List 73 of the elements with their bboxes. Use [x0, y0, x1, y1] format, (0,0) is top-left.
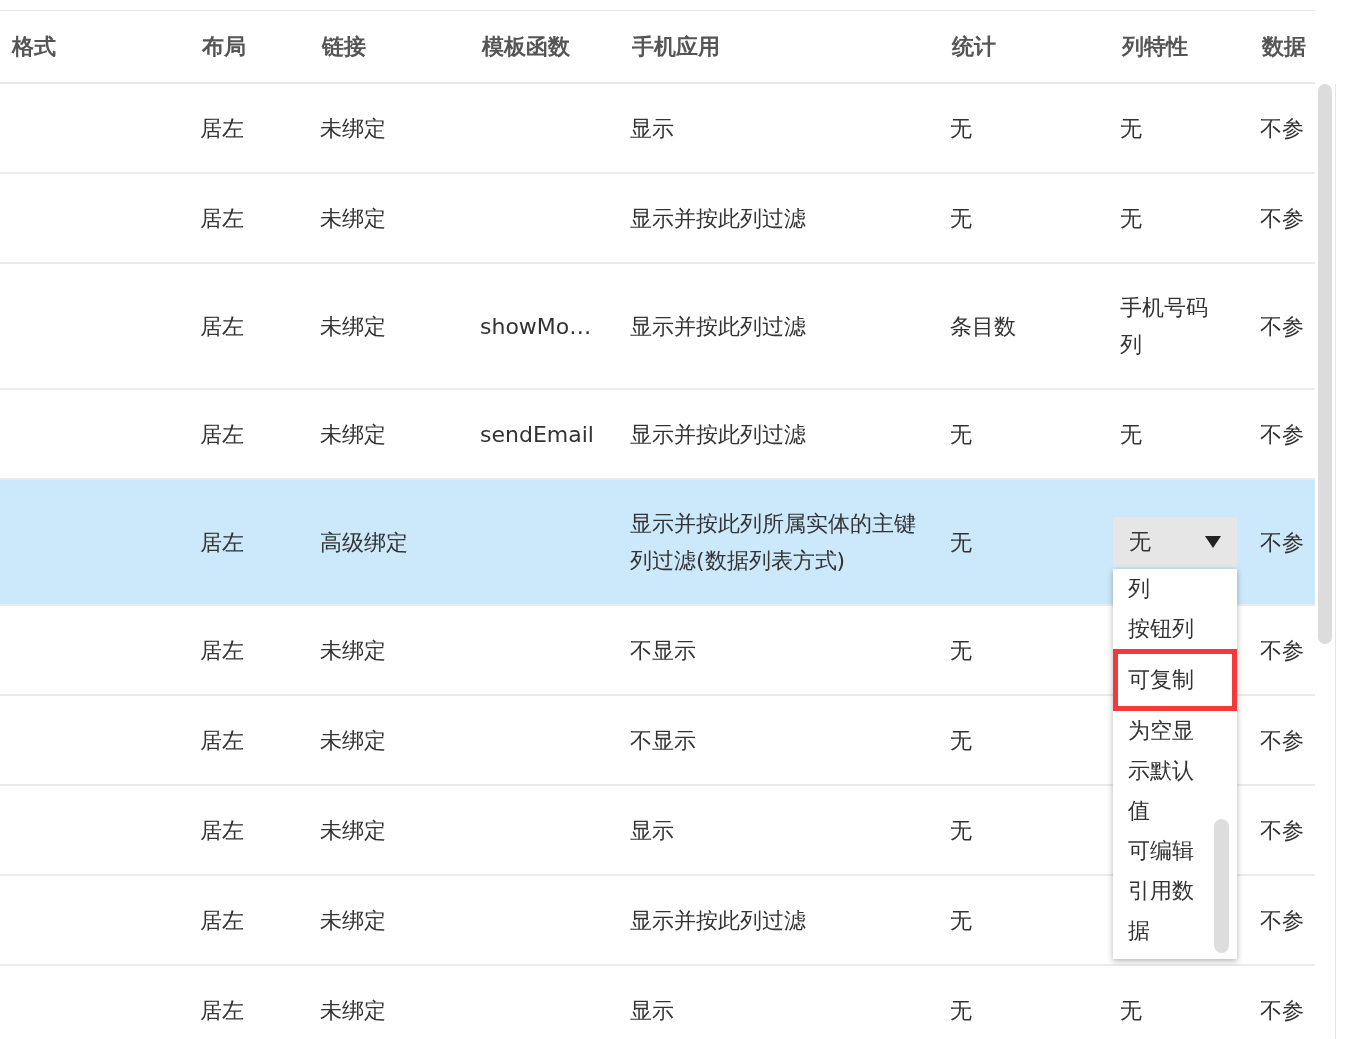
column-header: 数据	[1260, 32, 1307, 61]
table-cell-text: 显示并按此列过滤	[630, 906, 807, 935]
table-cell-text: 无	[950, 996, 973, 1025]
table-cell-text: 不参	[1260, 204, 1305, 233]
table-cell-text: 无	[950, 726, 973, 755]
table-cell-text: 未绑定	[320, 420, 387, 449]
table-cell-text: 未绑定	[320, 312, 387, 341]
table-cell-text: 居左	[200, 420, 245, 449]
table-cell-text: 无	[950, 528, 973, 557]
dropdown-option[interactable]: 可编辑	[1113, 831, 1203, 871]
column-header: 链接	[320, 32, 367, 61]
table-cell-text: 手机号码列	[1120, 294, 1209, 359]
table-cell-text: 未绑定	[320, 726, 387, 755]
scrollbar-thumb[interactable]	[1318, 84, 1332, 644]
table-cell-text: 不显示	[630, 636, 697, 665]
table-cell-text: 无	[950, 420, 973, 449]
column-header: 统计	[950, 32, 997, 61]
table-cell-text: 未绑定	[320, 816, 387, 845]
table-cell-text: 显示并按此列过滤	[630, 312, 807, 341]
column-header: 模板函数	[480, 32, 571, 61]
table-cell-text: 显示	[630, 114, 675, 143]
table-cell-text: 无	[950, 114, 973, 143]
table-cell-text: 不参	[1260, 636, 1305, 665]
table-cell-text: 不参	[1260, 420, 1305, 449]
table-cell-text: 不参	[1260, 114, 1305, 143]
table-cell-text: 高级绑定	[320, 528, 409, 557]
column-header: 格式	[10, 32, 57, 61]
column-header: 手机应用	[631, 32, 721, 61]
dropdown-option[interactable]: 列	[1113, 569, 1203, 609]
table-cell-text: 未绑定	[320, 636, 387, 665]
table-cell-text: 无	[1120, 204, 1143, 233]
table-cell-text: 显示	[630, 996, 675, 1025]
table-cell-text: 居左	[200, 996, 245, 1025]
table-cell-text: 无	[1120, 420, 1143, 449]
table-cell-text: 显示并按此列所属实体的主键列过滤(数据列表方式)	[630, 510, 917, 575]
column-feature-select[interactable]: 无	[1113, 517, 1237, 567]
column-header: 布局	[200, 32, 247, 61]
table-cell-text: 无	[950, 636, 973, 665]
table-cell-text: 居左	[200, 906, 245, 935]
table-cell-text: 居左	[200, 204, 245, 233]
table-cell-text: 显示并按此列过滤	[630, 420, 807, 449]
table-cell-text: 显示并按此列过滤	[630, 204, 807, 233]
table-cell-text: 显示	[630, 816, 675, 845]
table-cell-text: 未绑定	[320, 114, 387, 143]
table-cell-text: 无	[950, 906, 973, 935]
dropdown-option[interactable]: 按钮列	[1113, 609, 1203, 649]
table-cell-text: 居左	[200, 816, 245, 845]
table-cell-text: 未绑定	[320, 906, 387, 935]
table-cell-text: showMo…	[480, 312, 593, 341]
table-cell-text: 不参	[1260, 726, 1305, 755]
dropdown-option[interactable]: 可复制	[1113, 649, 1237, 711]
table-cell-text: 不参	[1260, 312, 1305, 341]
table-cell-text: 居左	[200, 726, 245, 755]
table-cell-text: 居左	[200, 528, 245, 557]
table-cell-text: 不参	[1260, 528, 1305, 557]
table-cell-text: 无	[1120, 114, 1143, 143]
table-cell-text: 无	[1120, 996, 1143, 1025]
table-cell-text: 不参	[1260, 816, 1305, 845]
table-cell-text: 条目数	[950, 312, 1017, 341]
scrollbar-thumb[interactable]	[1214, 819, 1229, 953]
table-cell-text: 不显示	[630, 726, 697, 755]
table-cell-text: 居左	[200, 636, 245, 665]
table-cell-text: 无	[950, 204, 973, 233]
column-header: 列特性	[1120, 32, 1189, 61]
table-cell-text: 不参	[1260, 906, 1305, 935]
table-cell-text: sendEmail	[480, 420, 595, 449]
table-cell-text: 无	[950, 816, 973, 845]
table-cell-text: 不参	[1260, 996, 1305, 1025]
caret-icon	[1205, 536, 1221, 548]
table-cell-text: 居左	[200, 114, 245, 143]
table-cell-text: 未绑定	[320, 996, 387, 1025]
table-cell-text: 未绑定	[320, 204, 387, 233]
table-cell-text: 居左	[200, 312, 245, 341]
